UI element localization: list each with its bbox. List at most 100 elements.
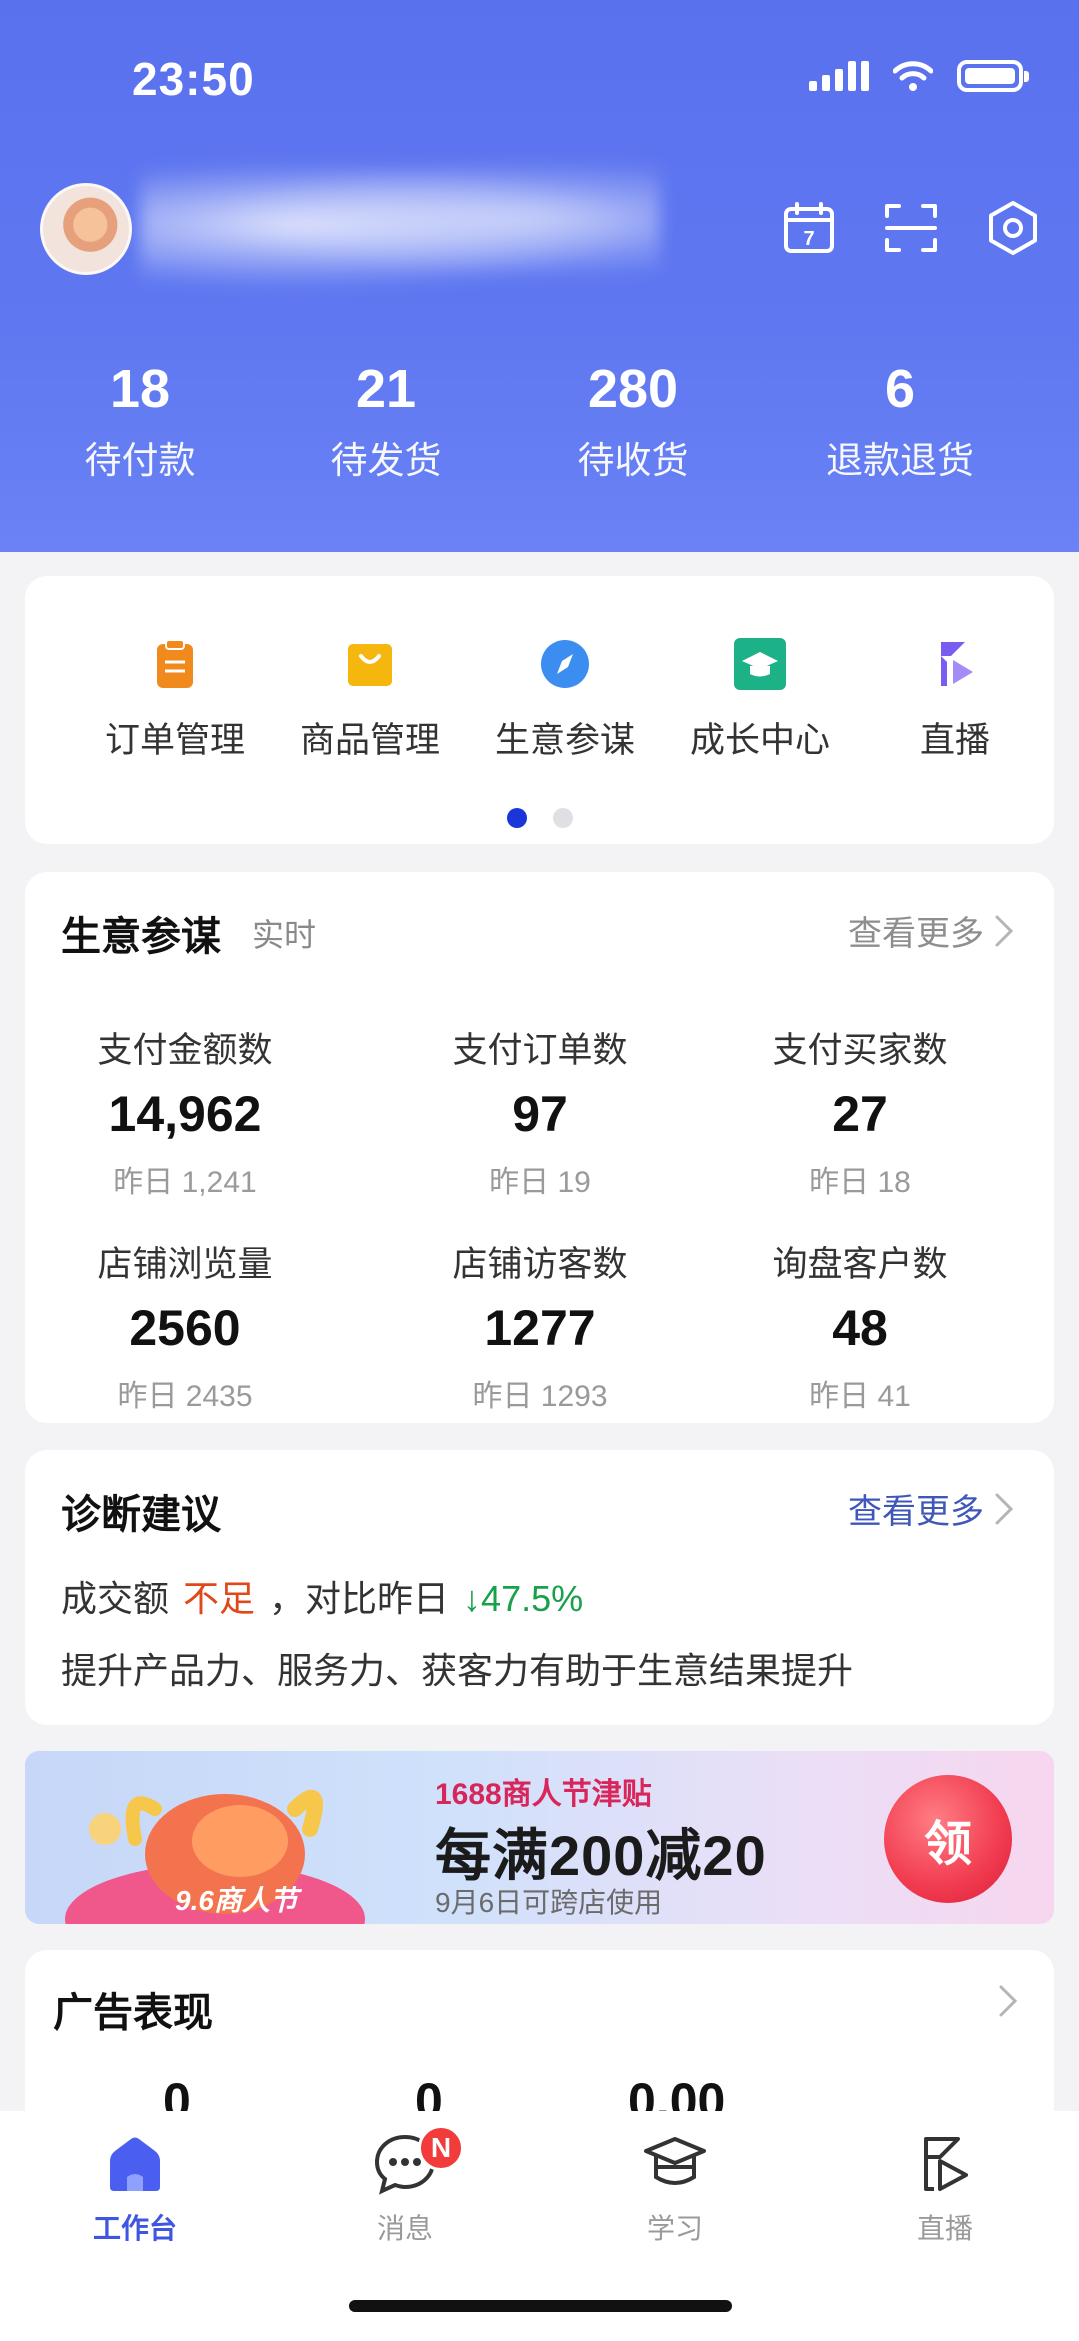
svg-text:7: 7 bbox=[803, 228, 814, 250]
study-cap-icon bbox=[644, 2137, 706, 2185]
metric-value: 27 bbox=[832, 1086, 888, 1142]
stat-label: 待发货 bbox=[330, 440, 442, 481]
notification-badge: N bbox=[418, 2125, 464, 2171]
metric-yesterday: 昨日 41 bbox=[809, 1380, 911, 1413]
menu-label: 商品管理 bbox=[299, 721, 440, 760]
view-more-link[interactable]: 查看更多 bbox=[848, 906, 1014, 955]
comparison-text: ，对比昨日 bbox=[269, 1578, 450, 1619]
battery-icon bbox=[957, 60, 1029, 92]
metric-value: 14,962 bbox=[108, 1086, 262, 1142]
stat-pending-receipt[interactable]: 280 待收货 bbox=[553, 362, 713, 484]
card-title: 诊断建议 bbox=[61, 1493, 221, 1537]
menu-order-management[interactable]: 订单管理 bbox=[80, 636, 270, 763]
page-dot bbox=[552, 808, 573, 828]
calendar-icon[interactable]: 7 bbox=[781, 200, 837, 256]
metric-label: 支付订单数 bbox=[452, 1031, 628, 1070]
stat-value: 21 bbox=[355, 359, 417, 419]
metric-yesterday: 昨日 19 bbox=[489, 1166, 591, 1199]
signal-icon bbox=[809, 61, 869, 91]
metric-store-visitors[interactable]: 店铺访客数 1277 昨日 1293 bbox=[380, 1236, 700, 1415]
card-title: 广告表现 bbox=[53, 1991, 213, 2035]
view-more-link[interactable]: 查看更多 bbox=[848, 1484, 1014, 1533]
metric-value: 2560 bbox=[129, 1300, 241, 1356]
stat-pending-shipment[interactable]: 21 待发货 bbox=[306, 362, 466, 484]
status-badge: 不足 bbox=[183, 1578, 256, 1619]
live-play-icon bbox=[941, 642, 973, 686]
diagnosis-card: 诊断建议 查看更多 成交额 不足 ，对比昨日 ↓47.5% 提升产品力、服务力、获客力… bbox=[25, 1450, 1054, 1725]
page-dot-active bbox=[506, 808, 527, 828]
tab-live[interactable]: 直播 bbox=[865, 2131, 1025, 2247]
metric-yesterday: 昨日 1293 bbox=[472, 1380, 608, 1413]
metric-name: 成交额 bbox=[61, 1578, 170, 1619]
settings-icon[interactable] bbox=[985, 200, 1041, 256]
metric-label: 店铺访客数 bbox=[452, 1245, 628, 1284]
menu-growth-center[interactable]: 成长中心 bbox=[665, 636, 855, 763]
tab-study[interactable]: 学习 bbox=[595, 2131, 755, 2247]
stat-label: 待付款 bbox=[84, 440, 196, 481]
status-time: 23:50 bbox=[132, 53, 255, 105]
metric-payment-orders[interactable]: 支付订单数 97 昨日 19 bbox=[380, 1022, 700, 1201]
banner-subtitle: 1688商人节津贴 bbox=[435, 1778, 652, 1811]
banner-note: 9月6日可跨店使用 bbox=[435, 1887, 663, 1918]
menu-label: 成长中心 bbox=[689, 721, 830, 760]
promo-banner[interactable]: 9.6商人节 1688商人节津贴 每满200减20 9月6日可跨店使用 领 bbox=[25, 1751, 1054, 1924]
metric-label: 支付金额数 bbox=[97, 1031, 273, 1070]
banner-headline: 每满200减20 bbox=[435, 1824, 767, 1887]
metric-yesterday: 昨日 1,241 bbox=[113, 1166, 257, 1199]
graduation-cap-icon bbox=[734, 638, 786, 690]
live-icon bbox=[924, 2137, 968, 2191]
view-more-label: 查看更多 bbox=[848, 1493, 984, 1531]
diagnosis-summary: 成交额 不足 ，对比昨日 ↓47.5% bbox=[61, 1570, 583, 1622]
stat-label: 退款退货 bbox=[826, 440, 974, 481]
stat-value: 6 bbox=[884, 359, 916, 419]
claim-button[interactable]: 领 bbox=[884, 1775, 1012, 1903]
card-title: 生意参谋 bbox=[61, 915, 221, 959]
stat-value: 18 bbox=[109, 359, 171, 419]
compass-icon bbox=[541, 640, 589, 688]
menu-live[interactable]: 直播 bbox=[860, 636, 1050, 763]
scan-icon[interactable] bbox=[883, 200, 939, 256]
menu-product-management[interactable]: 商品管理 bbox=[275, 636, 465, 763]
metric-value: 97 bbox=[512, 1086, 568, 1142]
stat-pending-payment[interactable]: 18 待付款 bbox=[60, 362, 220, 484]
metric-label: 店铺浏览量 bbox=[97, 1245, 273, 1284]
avatar[interactable] bbox=[40, 183, 132, 275]
status-icons bbox=[809, 60, 1029, 92]
metric-yesterday: 昨日 2435 bbox=[117, 1380, 253, 1413]
clipboard-icon bbox=[157, 639, 193, 688]
metric-payment-buyers[interactable]: 支付买家数 27 昨日 18 bbox=[700, 1022, 1020, 1201]
tab-label: 消息 bbox=[376, 2213, 433, 2244]
tab-workbench[interactable]: 工作台 bbox=[55, 2131, 215, 2247]
menu-label: 生意参谋 bbox=[494, 721, 635, 760]
metric-store-views[interactable]: 店铺浏览量 2560 昨日 2435 bbox=[25, 1236, 345, 1415]
tab-label: 直播 bbox=[916, 2213, 973, 2244]
change-percent: ↓47.5% bbox=[463, 1578, 584, 1619]
metric-yesterday: 昨日 18 bbox=[809, 1166, 911, 1199]
diagnosis-advice: 提升产品力、服务力、获客力有助于生意结果提升 bbox=[61, 1650, 854, 1691]
festival-label: 9.6商人节 bbox=[175, 1885, 298, 1916]
chevron-right-icon[interactable] bbox=[998, 1984, 1018, 2018]
stat-label: 待收货 bbox=[577, 440, 689, 481]
menu-business-advisor[interactable]: 生意参谋 bbox=[470, 636, 660, 763]
menu-label: 直播 bbox=[919, 721, 990, 760]
wifi-icon bbox=[893, 61, 933, 91]
blurred-shop-name bbox=[140, 160, 660, 290]
home-icon bbox=[110, 2137, 160, 2191]
shopping-bag-icon bbox=[348, 644, 392, 686]
metric-inquiry-customers[interactable]: 询盘客户数 48 昨日 41 bbox=[700, 1236, 1020, 1415]
header: 23:50 7 18 待付款 21 待发货 280 待收货 6 退款退货 bbox=[0, 0, 1079, 552]
metric-value: 1277 bbox=[484, 1300, 596, 1356]
page-indicator bbox=[25, 808, 1054, 828]
metric-payment-amount[interactable]: 支付金额数 14,962 昨日 1,241 bbox=[25, 1022, 345, 1201]
metric-value: 48 bbox=[832, 1300, 888, 1356]
view-more-label: 查看更多 bbox=[848, 915, 984, 953]
chevron-right-icon bbox=[995, 1493, 1014, 1524]
metric-label: 支付买家数 bbox=[772, 1031, 948, 1070]
tab-messages[interactable]: N 消息 bbox=[325, 2125, 485, 2247]
tab-label: 工作台 bbox=[92, 2213, 177, 2244]
stat-refunds[interactable]: 6 退款退货 bbox=[800, 362, 1000, 484]
chevron-right-icon bbox=[995, 915, 1014, 946]
realtime-tag: 实时 bbox=[252, 917, 317, 953]
quick-menu-card: 订单管理 商品管理 生意参谋 成长中心 直播 bbox=[25, 576, 1054, 844]
tab-label: 学习 bbox=[646, 2213, 703, 2244]
